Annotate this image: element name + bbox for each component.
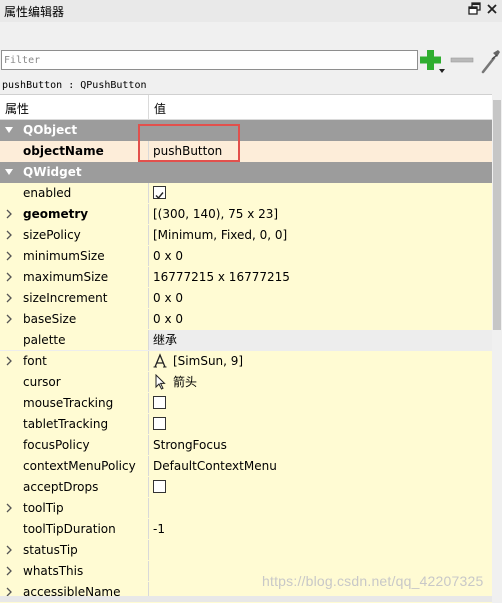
property-row-sizepolicy[interactable]: sizePolicy [Minimum, Fixed, 0, 0] xyxy=(0,225,492,247)
mousetracking-checkbox[interactable] xyxy=(153,396,166,409)
checkmark-icon xyxy=(155,192,164,200)
property-row-minimumsize[interactable]: minimumSize 0 x 0 xyxy=(0,246,492,268)
expand-arrow-icon[interactable] xyxy=(5,251,13,261)
header-value[interactable]: 值 xyxy=(154,100,166,117)
property-name: cursor xyxy=(23,375,61,389)
property-row-statustip[interactable]: statusTip xyxy=(0,540,492,562)
expand-arrow-icon[interactable] xyxy=(5,503,13,513)
property-row-enabled[interactable]: enabled xyxy=(0,183,492,205)
tablettracking-checkbox[interactable] xyxy=(153,417,166,430)
collapse-arrow-icon[interactable] xyxy=(5,167,13,177)
expand-arrow-icon[interactable] xyxy=(5,314,13,324)
property-value[interactable]: 箭头 xyxy=(173,372,197,392)
expand-arrow-icon[interactable] xyxy=(5,209,13,219)
expand-arrow-icon[interactable] xyxy=(5,545,13,555)
expand-arrow-icon[interactable] xyxy=(5,230,13,240)
enabled-checkbox[interactable] xyxy=(153,186,166,200)
property-row-acceptdrops[interactable]: acceptDrops xyxy=(0,477,492,499)
vertical-scrollbar[interactable] xyxy=(492,94,502,602)
property-value[interactable]: pushButton xyxy=(153,141,222,161)
property-name: statusTip xyxy=(23,543,78,557)
property-value[interactable]: 继承 xyxy=(153,330,177,350)
add-property-icon[interactable] xyxy=(418,48,446,74)
property-value[interactable]: StrongFocus xyxy=(153,435,227,455)
property-row-basesize[interactable]: baseSize 0 x 0 xyxy=(0,309,492,331)
property-name: sizeIncrement xyxy=(23,291,108,305)
property-value[interactable]: 0 x 0 xyxy=(153,246,183,266)
property-name: whatsThis xyxy=(23,564,84,578)
property-row-tablettracking[interactable]: tabletTracking xyxy=(0,414,492,436)
property-name: focusPolicy xyxy=(23,438,90,452)
property-row-objectname[interactable]: objectName pushButton xyxy=(0,141,492,163)
header-property[interactable]: 属性 xyxy=(5,100,29,117)
property-name: maximumSize xyxy=(23,270,109,284)
table-header: 属性 值 xyxy=(0,95,492,120)
property-name: enabled xyxy=(23,186,72,200)
property-name: palette xyxy=(23,333,66,347)
acceptdrops-checkbox[interactable] xyxy=(153,480,166,493)
property-value[interactable]: [Minimum, Fixed, 0, 0] xyxy=(153,225,287,245)
property-name: geometry xyxy=(23,207,89,221)
property-name: minimumSize xyxy=(23,249,105,263)
property-name: contextMenuPolicy xyxy=(23,459,136,473)
property-row-palette[interactable]: palette 继承 xyxy=(0,330,492,352)
property-row-focuspolicy[interactable]: focusPolicy StrongFocus xyxy=(0,435,492,457)
property-name: acceptDrops xyxy=(23,480,99,494)
section-name: QWidget xyxy=(23,165,82,179)
scrollbar-thumb[interactable] xyxy=(493,100,501,330)
property-name: sizePolicy xyxy=(23,228,81,242)
property-name: mouseTracking xyxy=(23,396,114,410)
property-row-tooltipduration[interactable]: toolTipDuration -1 xyxy=(0,519,492,541)
expand-arrow-icon[interactable] xyxy=(5,272,13,282)
property-name: font xyxy=(23,354,47,368)
property-name: toolTipDuration xyxy=(23,522,116,536)
property-value[interactable]: 0 x 0 xyxy=(153,288,183,308)
property-table[interactable]: 属性 值 QObject objectName pushButton QWidg… xyxy=(0,94,492,603)
property-row-mousetracking[interactable]: mouseTracking xyxy=(0,393,492,415)
dock-title-bar: 属性编辑器 xyxy=(0,0,502,23)
property-row-cursor[interactable]: cursor 箭头 xyxy=(0,372,492,394)
property-row-contextmenupolicy[interactable]: contextMenuPolicy DefaultContextMenu xyxy=(0,456,492,478)
property-value[interactable]: [SimSun, 9] xyxy=(173,351,243,371)
section-row-qwidget[interactable]: QWidget xyxy=(0,162,492,183)
expand-arrow-icon[interactable] xyxy=(5,566,13,576)
property-row-font[interactable]: font [SimSun, 9] xyxy=(0,351,492,373)
property-row-sizeincrement[interactable]: sizeIncrement 0 x 0 xyxy=(0,288,492,310)
object-class-label: pushButton : QPushButton xyxy=(2,80,147,91)
configure-wrench-icon[interactable] xyxy=(480,47,502,75)
expand-arrow-icon[interactable] xyxy=(5,293,13,303)
property-value[interactable]: [(300, 140), 75 x 23] xyxy=(153,204,278,224)
collapse-arrow-icon[interactable] xyxy=(5,125,13,135)
filter-input[interactable] xyxy=(1,50,418,70)
property-name: baseSize xyxy=(23,312,77,326)
property-value[interactable]: DefaultContextMenu xyxy=(153,456,277,476)
expand-arrow-icon[interactable] xyxy=(5,356,13,366)
property-row-maximumsize[interactable]: maximumSize 16777215 x 16777215 xyxy=(0,267,492,289)
property-name: tabletTracking xyxy=(23,417,109,431)
property-name: toolTip xyxy=(23,501,64,515)
float-window-icon[interactable] xyxy=(468,2,482,16)
property-row-tooltip[interactable]: toolTip xyxy=(0,498,492,520)
close-icon[interactable] xyxy=(485,2,499,16)
property-value[interactable]: 16777215 x 16777215 xyxy=(153,267,290,287)
cursor-arrow-icon xyxy=(155,374,166,390)
remove-property-icon[interactable] xyxy=(450,53,474,67)
property-value[interactable]: -1 xyxy=(153,519,165,539)
section-row-qobject[interactable]: QObject xyxy=(0,120,492,141)
font-icon xyxy=(153,353,167,368)
dock-title: 属性编辑器 xyxy=(4,5,65,19)
section-name: QObject xyxy=(23,123,78,137)
property-value[interactable]: 0 x 0 xyxy=(153,309,183,329)
property-row-geometry[interactable]: geometry [(300, 140), 75 x 23] xyxy=(0,204,492,226)
property-row-whatsthis[interactable]: whatsThis xyxy=(0,561,492,583)
bottom-edge xyxy=(0,596,492,602)
property-name: objectName xyxy=(23,144,104,158)
